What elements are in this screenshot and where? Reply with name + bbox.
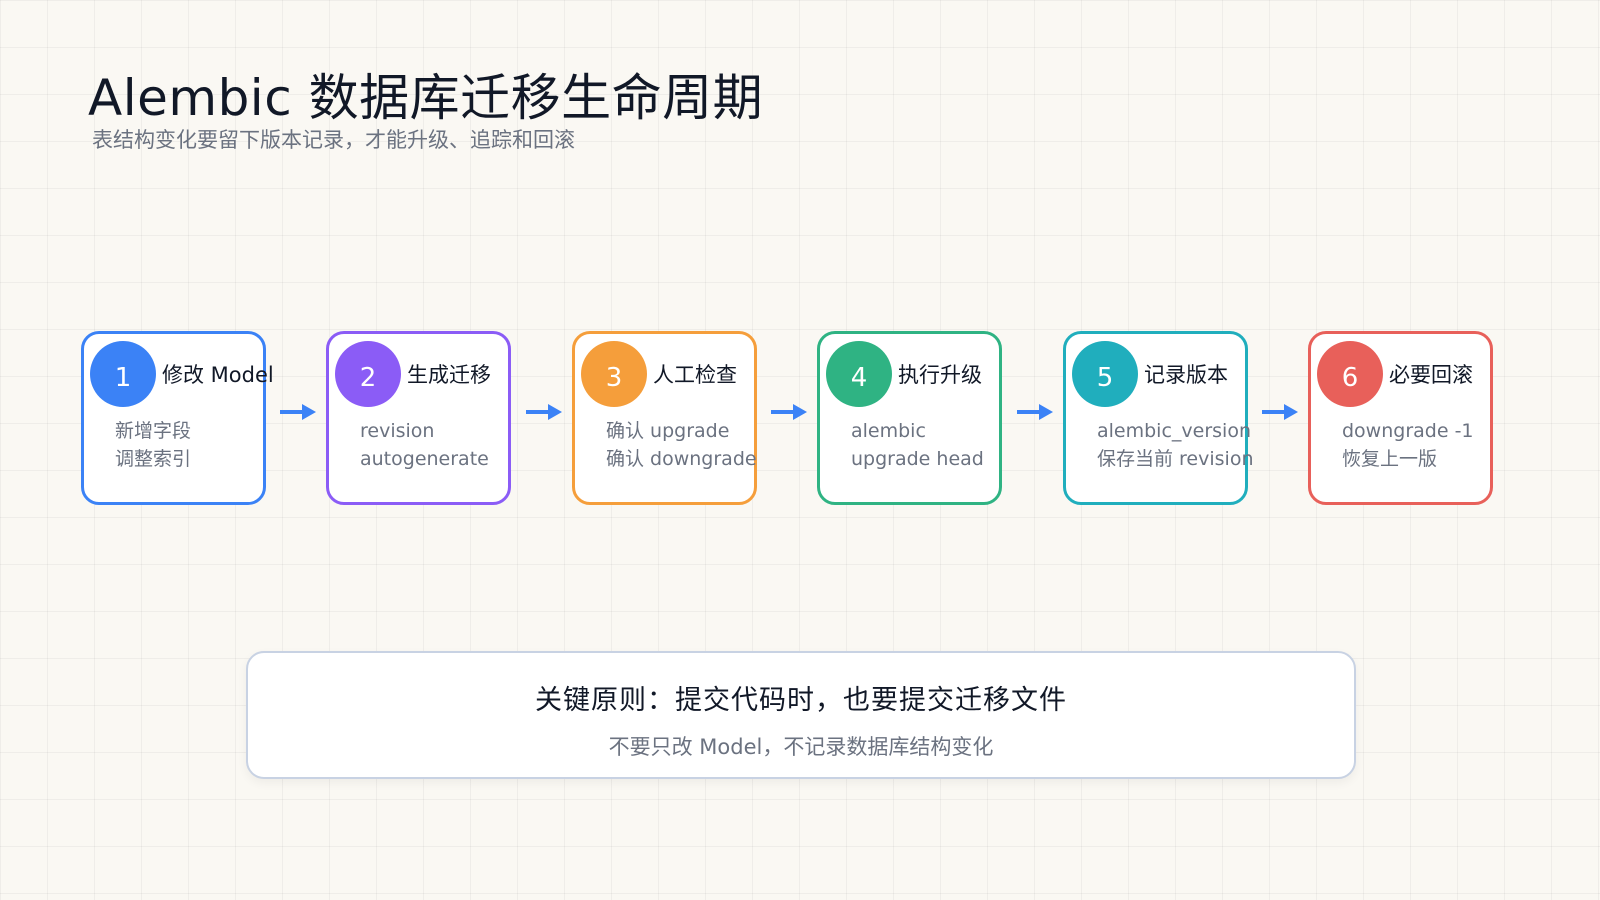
step-card-modify-model: 1 修改 Model 新增字段 调整索引 bbox=[81, 331, 274, 505]
step-description-line: revision bbox=[360, 420, 435, 442]
step-description: alembic_version 保存当前 revision bbox=[1097, 417, 1254, 473]
step-card-generate-migration: 2 生成迁移 revision autogenerate bbox=[326, 331, 511, 505]
key-principle-box: 关键原则：提交代码时，也要提交迁移文件 不要只改 Model，不记录数据库结构变… bbox=[246, 651, 1356, 779]
step-description-line: alembic_version bbox=[1097, 420, 1251, 442]
step-description: revision autogenerate bbox=[360, 417, 489, 473]
step-description-line: alembic bbox=[851, 420, 926, 442]
step-card-rollback: 6 必要回滚 downgrade -1 恢复上一版 bbox=[1308, 331, 1493, 505]
flow-arrow-icon bbox=[280, 404, 316, 420]
step-title: 人工检查 bbox=[653, 363, 737, 387]
step-description-line: 确认 upgrade bbox=[606, 420, 730, 442]
step-number-badge: 2 bbox=[335, 341, 401, 407]
principle-subtitle: 不要只改 Model，不记录数据库结构变化 bbox=[608, 735, 994, 759]
step-description: downgrade -1 恢复上一版 bbox=[1342, 417, 1474, 473]
step-title: 修改 Model bbox=[162, 363, 274, 387]
step-number-badge: 1 bbox=[90, 341, 156, 407]
arrow-right-icon bbox=[1017, 404, 1053, 420]
step-number-badge: 5 bbox=[1072, 341, 1138, 407]
arrow-right-icon bbox=[1262, 404, 1298, 420]
step-card-run-upgrade: 4 执行升级 alembic upgrade head bbox=[817, 331, 1002, 505]
step-number-badge: 6 bbox=[1317, 341, 1383, 407]
step-title: 记录版本 bbox=[1144, 363, 1228, 387]
step-description: 新增字段 调整索引 bbox=[115, 417, 191, 473]
arrow-right-icon bbox=[280, 404, 316, 420]
step-description-line: 确认 downgrade bbox=[606, 448, 757, 470]
arrow-right-icon bbox=[771, 404, 807, 420]
step-title: 必要回滚 bbox=[1389, 363, 1473, 387]
step-number-badge: 3 bbox=[581, 341, 647, 407]
step-description-line: 恢复上一版 bbox=[1342, 448, 1438, 470]
principle-title: 关键原则：提交代码时，也要提交迁移文件 bbox=[535, 685, 1067, 716]
arrow-right-icon bbox=[526, 404, 562, 420]
step-number-badge: 4 bbox=[826, 341, 892, 407]
step-description-line: upgrade head bbox=[851, 448, 984, 470]
flow-arrow-icon bbox=[526, 404, 562, 420]
flow-arrow-icon bbox=[771, 404, 807, 420]
step-description: 确认 upgrade 确认 downgrade bbox=[606, 417, 757, 473]
step-card-record-version: 5 记录版本 alembic_version 保存当前 revision bbox=[1063, 331, 1254, 505]
step-title: 执行升级 bbox=[898, 363, 982, 387]
step-card-manual-review: 3 人工检查 确认 upgrade 确认 downgrade bbox=[572, 331, 757, 505]
step-description-line: 新增字段 bbox=[115, 420, 192, 442]
step-description-line: 调整索引 bbox=[115, 448, 192, 470]
step-description-line: downgrade -1 bbox=[1342, 420, 1474, 442]
step-title: 生成迁移 bbox=[407, 363, 491, 387]
step-description: alembic upgrade head bbox=[851, 417, 984, 473]
flow-arrow-icon bbox=[1262, 404, 1298, 420]
step-description-line: autogenerate bbox=[360, 448, 489, 470]
step-description-line: 保存当前 revision bbox=[1097, 448, 1254, 470]
flow-arrow-icon bbox=[1017, 404, 1053, 420]
